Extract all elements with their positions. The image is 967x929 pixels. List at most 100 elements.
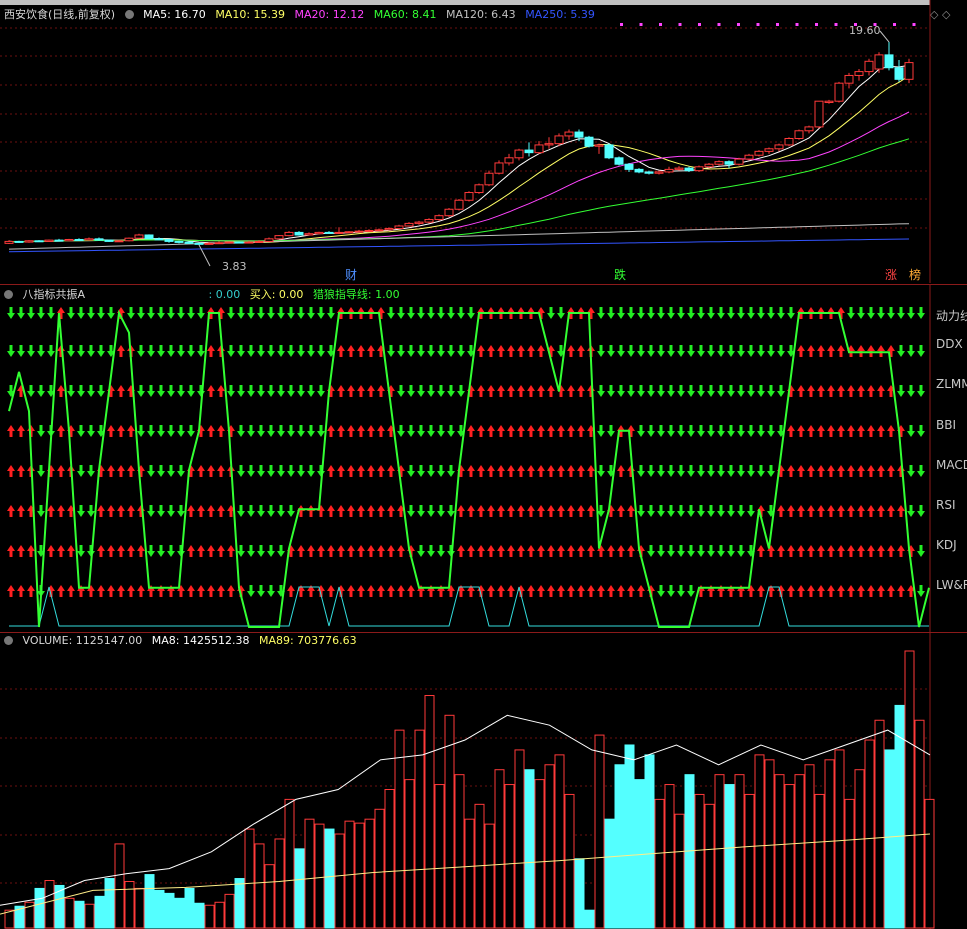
signal-arrow-2-57 xyxy=(577,385,585,397)
signal-arrow-6-30 xyxy=(307,545,315,557)
volume-bar-32 xyxy=(324,828,335,929)
volume-bar-18 xyxy=(184,887,195,929)
signal-arrow-7-87 xyxy=(877,585,885,597)
signal-arrow-2-28 xyxy=(287,385,295,397)
row-label-1: DDX xyxy=(936,337,963,351)
signal-arrow-7-50 xyxy=(507,585,515,597)
candle-body-40 xyxy=(404,222,414,227)
signal-arrow-6-55 xyxy=(557,545,565,557)
candle-body-2 xyxy=(24,240,34,243)
limit-marker-9 xyxy=(795,23,799,26)
signal-arrow-4-80 xyxy=(807,465,815,477)
signal-arrow-3-27 xyxy=(277,425,285,437)
volume-bar-46 xyxy=(464,818,475,929)
volume-bar-21 xyxy=(214,901,225,929)
volume-bar-61 xyxy=(614,764,625,929)
signal-arrow-1-30 xyxy=(307,345,315,357)
volume-bar-45 xyxy=(454,774,465,929)
signal-arrow-4-81 xyxy=(817,465,825,477)
signal-arrow-7-67 xyxy=(677,585,685,597)
signal-arrow-6-15 xyxy=(157,545,165,557)
signal-arrow-4-76 xyxy=(767,465,775,477)
signal-arrow-5-5 xyxy=(57,505,65,517)
signal-arrow-2-77 xyxy=(777,385,785,397)
signal-arrow-2-91 xyxy=(917,385,925,397)
signal-arrow-2-39 xyxy=(397,385,405,397)
signal-arrow-6-75 xyxy=(757,545,765,557)
signal-arrow-4-86 xyxy=(867,465,875,477)
collapse-icon[interactable] xyxy=(4,290,13,299)
candle-body-69 xyxy=(694,166,704,172)
signal-arrow-5-52 xyxy=(527,505,535,517)
signal-arrow-0-90 xyxy=(907,307,915,319)
signal-arrow-0-71 xyxy=(717,307,725,319)
signal-arrow-4-54 xyxy=(547,465,555,477)
signal-arrow-3-78 xyxy=(787,425,795,437)
signal-arrow-1-51 xyxy=(517,345,525,357)
candle-body-30 xyxy=(304,233,314,236)
signal-arrow-4-5 xyxy=(57,465,65,477)
volume-bar-33 xyxy=(334,833,345,929)
signal-header: 八指标共振A : 0.00 买入: 0.00 猎狼指导线: 1.00 xyxy=(4,286,406,301)
event-tag-zhang[interactable]: 涨 xyxy=(885,266,897,283)
signal-arrow-4-40 xyxy=(407,465,415,477)
signal-arrow-4-23 xyxy=(237,465,245,477)
event-tag-bang[interactable]: 榜 xyxy=(909,266,921,283)
signal-arrow-4-61 xyxy=(617,465,625,477)
stock-title: 西安饮食(日线,前复权) xyxy=(4,8,116,21)
volume-bar-26 xyxy=(264,864,275,929)
signal-arrow-4-0 xyxy=(7,465,15,477)
signal-arrow-0-40 xyxy=(407,307,415,319)
signal-arrow-1-88 xyxy=(887,345,895,357)
signal-arrow-0-7 xyxy=(77,307,85,319)
signal-arrow-1-87 xyxy=(877,345,885,357)
signal-arrow-7-83 xyxy=(837,585,845,597)
signal-arrow-6-13 xyxy=(137,545,145,557)
signal-arrow-5-43 xyxy=(437,505,445,517)
signal-arrow-3-83 xyxy=(837,425,845,437)
signal-arrow-1-9 xyxy=(97,345,105,357)
signal-arrow-2-60 xyxy=(607,385,615,397)
volume-bar-64 xyxy=(644,754,655,929)
signal-arrow-7-20 xyxy=(207,585,215,597)
signal-arrow-3-40 xyxy=(407,425,415,437)
signal-arrow-6-61 xyxy=(617,545,625,557)
event-tag-cai[interactable]: 财 xyxy=(345,266,357,283)
limit-marker-3 xyxy=(678,23,682,26)
volume-bar-23 xyxy=(234,878,245,929)
limit-marker-6 xyxy=(737,23,740,26)
signal-arrow-5-86 xyxy=(867,505,875,517)
signal-arrow-0-30 xyxy=(307,307,315,319)
signal-arrow-3-17 xyxy=(177,425,185,437)
volume-bar-74 xyxy=(744,793,755,929)
signal-arrow-6-62 xyxy=(627,545,635,557)
collapse-icon[interactable] xyxy=(4,636,13,645)
row-label-5: RSI xyxy=(936,498,956,512)
event-tag-die[interactable]: 跌 xyxy=(614,266,626,283)
collapse-icon[interactable] xyxy=(124,10,134,19)
signal-arrow-6-80 xyxy=(807,545,815,557)
signal-arrow-0-17 xyxy=(177,307,185,319)
volume-bar-51 xyxy=(514,749,525,929)
signal-arrow-1-57 xyxy=(577,345,585,357)
signal-arrow-4-52 xyxy=(527,465,535,477)
signal-arrow-4-90 xyxy=(907,465,915,477)
signal-arrow-0-44 xyxy=(447,307,455,319)
signal-arrow-4-69 xyxy=(697,465,705,477)
volume-bar-58 xyxy=(584,909,595,929)
signal-arrow-1-36 xyxy=(367,345,375,357)
candle-body-58 xyxy=(584,136,594,147)
signal-arrow-0-46 xyxy=(467,307,475,319)
limit-marker-5 xyxy=(717,23,721,26)
signal-arrow-2-29 xyxy=(297,385,305,397)
signal-arrow-7-57 xyxy=(577,585,585,597)
signal-arrow-7-52 xyxy=(527,585,535,597)
signal-arrow-2-26 xyxy=(267,385,275,397)
signal-arrow-7-91 xyxy=(917,585,925,597)
signal-arrow-6-25 xyxy=(257,545,265,557)
signal-arrow-7-86 xyxy=(867,585,875,597)
signal-arrow-0-88 xyxy=(887,307,895,319)
signal-arrow-1-63 xyxy=(637,345,645,357)
signal-arrow-3-36 xyxy=(367,425,375,437)
signal-arrow-4-1 xyxy=(17,465,25,477)
